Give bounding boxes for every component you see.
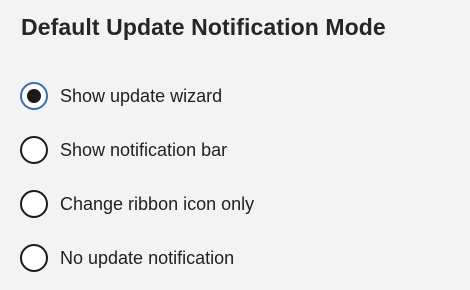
radio-label-show-notification-bar[interactable]: Show notification bar <box>60 140 227 161</box>
update-notification-settings-panel: Default Update Notification Mode Show up… <box>0 0 470 290</box>
radio-option-no-update-notification[interactable]: No update notification <box>20 242 234 274</box>
radio-button-icon[interactable] <box>20 136 48 164</box>
radio-label-show-update-wizard[interactable]: Show update wizard <box>60 86 222 107</box>
radio-label-change-ribbon-icon-only[interactable]: Change ribbon icon only <box>60 194 254 215</box>
radio-button-icon[interactable] <box>20 244 48 272</box>
radio-option-show-update-wizard[interactable]: Show update wizard <box>20 80 222 112</box>
radio-option-show-notification-bar[interactable]: Show notification bar <box>20 134 227 166</box>
radio-option-change-ribbon-icon-only[interactable]: Change ribbon icon only <box>20 188 254 220</box>
radio-label-no-update-notification[interactable]: No update notification <box>60 248 234 269</box>
section-title: Default Update Notification Mode <box>21 14 386 40</box>
radio-button-icon[interactable] <box>20 190 48 218</box>
radio-button-icon[interactable] <box>20 82 48 110</box>
radio-selected-dot-icon <box>27 89 41 103</box>
